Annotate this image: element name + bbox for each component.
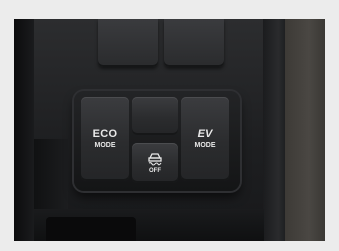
ev-mode-label: MODE bbox=[194, 141, 216, 149]
carpet-texture bbox=[285, 19, 325, 241]
console-photo: ECO MODE OFF EV MODE bbox=[14, 19, 325, 241]
console-side-trim bbox=[263, 19, 285, 241]
left-pillar bbox=[14, 19, 34, 241]
traction-control-off-button[interactable]: OFF bbox=[132, 143, 178, 183]
storage-pocket bbox=[46, 217, 136, 241]
ev-mode-button[interactable]: EV MODE bbox=[181, 97, 229, 181]
eco-label: ECO bbox=[92, 127, 118, 140]
blank-switch-left[interactable] bbox=[98, 19, 158, 67]
traction-off-label: OFF bbox=[149, 168, 161, 174]
traction-control-skid-icon bbox=[148, 153, 162, 166]
photo-frame: ECO MODE OFF EV MODE bbox=[0, 0, 339, 251]
blank-switch-right[interactable] bbox=[164, 19, 224, 67]
ev-label: EV bbox=[197, 127, 213, 140]
eco-mode-label: MODE bbox=[94, 141, 116, 149]
blank-center-button[interactable] bbox=[132, 97, 178, 135]
eco-mode-button[interactable]: ECO MODE bbox=[81, 97, 129, 181]
